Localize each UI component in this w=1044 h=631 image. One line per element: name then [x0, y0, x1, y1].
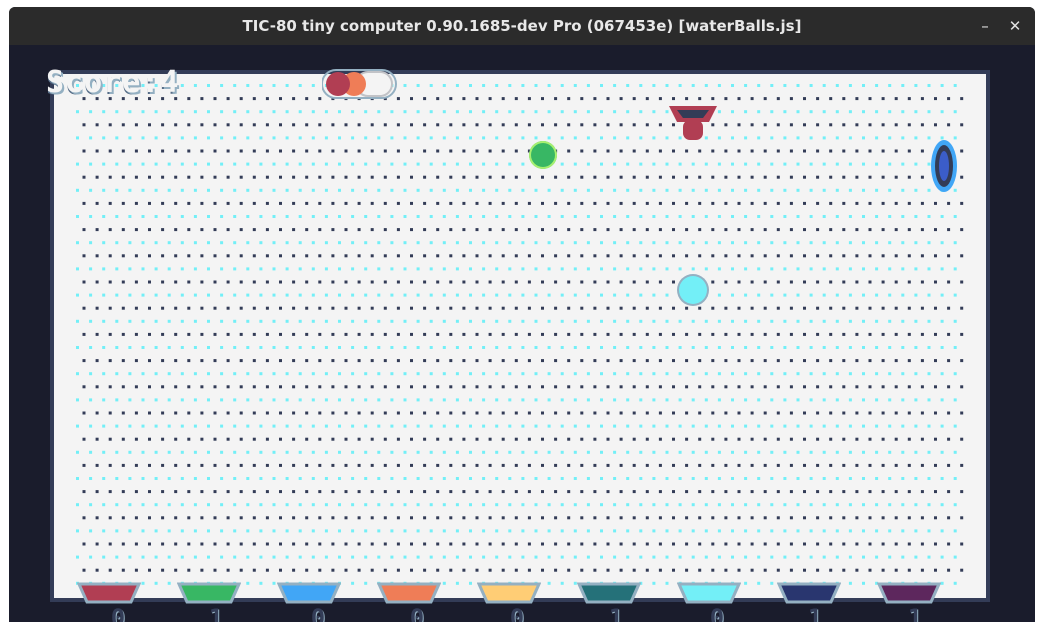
score-display: Score:4: [46, 65, 179, 100]
bucket: [777, 582, 841, 604]
bucket-counter: 1: [907, 604, 923, 622]
bucket-counter: 0: [509, 604, 525, 622]
bucket: [77, 582, 141, 604]
minimize-button[interactable]: –: [975, 16, 995, 36]
score-label: Score:: [46, 65, 161, 100]
ball-cyan: [679, 276, 707, 304]
game-screen[interactable]: 0 1 0 0 0 1 0 1 1 Score:4: [9, 45, 1035, 622]
bucket: [477, 582, 541, 604]
window-title: TIC-80 tiny computer 0.90.1685-dev Pro (…: [242, 17, 802, 35]
bucket-counter: 0: [310, 604, 326, 622]
close-button[interactable]: ✕: [1005, 16, 1025, 36]
game-board[interactable]: 0 1 0 0 0 1 0 1 1: [50, 70, 990, 622]
dot-grid: [76, 84, 964, 585]
bucket: [577, 582, 641, 604]
bucket-counter: 0: [409, 604, 425, 622]
bucket: [377, 582, 441, 604]
bucket-counter: 0: [110, 604, 126, 622]
portal-icon: [931, 140, 957, 192]
bucket-counter: 1: [807, 604, 823, 622]
bucket: [277, 582, 341, 604]
bucket-counter: 0: [709, 604, 725, 622]
bucket: [877, 582, 941, 604]
bucket: [177, 582, 241, 604]
portal: [929, 138, 959, 194]
app-window: TIC-80 tiny computer 0.90.1685-dev Pro (…: [9, 7, 1035, 622]
score-value: 4: [160, 65, 180, 100]
ball-queue-icons: [322, 69, 397, 99]
dispenser: [665, 100, 721, 148]
bucket-counter: 1: [208, 604, 224, 622]
title-bar[interactable]: TIC-80 tiny computer 0.90.1685-dev Pro (…: [9, 7, 1035, 45]
bucket: [677, 582, 741, 604]
ball-green: [529, 141, 557, 169]
ball-queue: [322, 68, 402, 100]
dispenser-icon: [669, 106, 717, 140]
bucket-counter: 1: [608, 604, 624, 622]
queued-ball: [326, 72, 350, 96]
